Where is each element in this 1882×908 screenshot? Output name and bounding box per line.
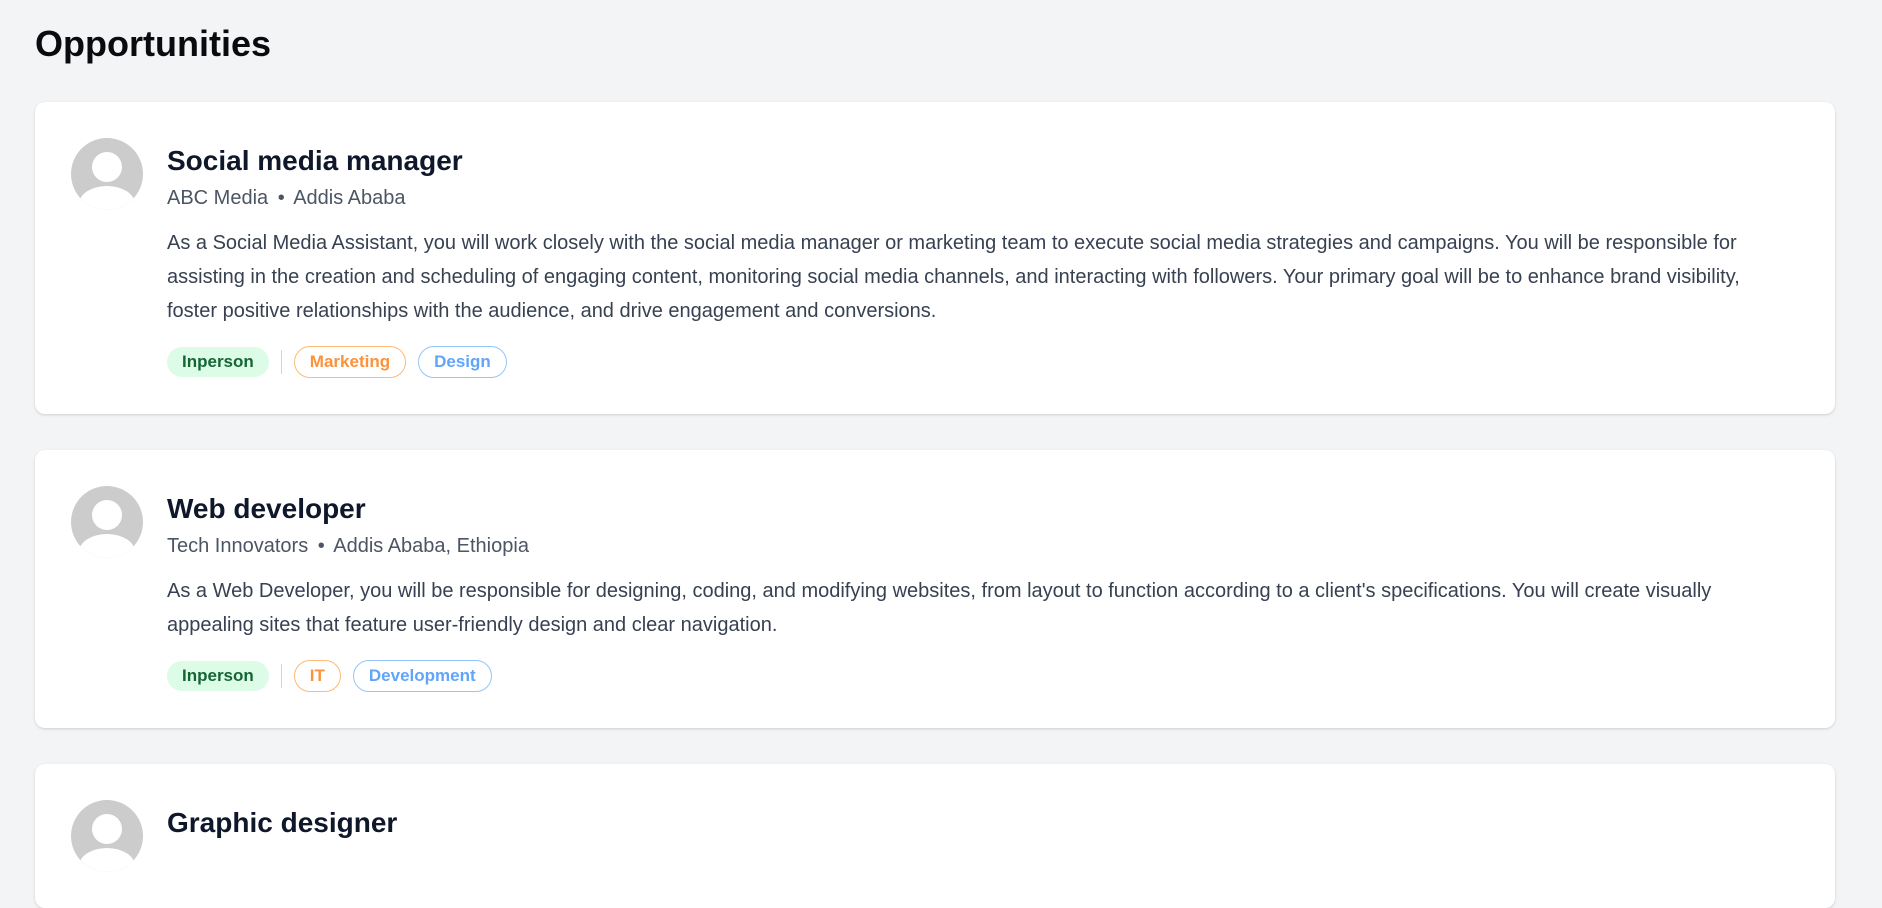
tag-category: Development: [352, 660, 492, 692]
tag-category: Marketing: [293, 346, 407, 378]
tag-work-type: Inperson: [167, 661, 269, 691]
page: Opportunities Social media manager ABC M…: [0, 0, 1882, 908]
job-card[interactable]: Web developer Tech Innovators • Addis Ab…: [35, 450, 1835, 728]
job-location: Addis Ababa, Ethiopia: [333, 535, 529, 557]
tag-divider: [280, 350, 282, 374]
job-title[interactable]: Web developer: [167, 492, 1787, 526]
tag-divider: [280, 664, 282, 688]
user-avatar-icon: [71, 800, 143, 872]
job-card-content: Graphic designer: [167, 800, 1787, 872]
job-tags: Inperson Marketing Design: [167, 346, 1787, 378]
job-title[interactable]: Graphic designer: [167, 806, 1787, 840]
tag-category: IT: [293, 660, 341, 692]
job-card-content: Social media manager ABC Media • Addis A…: [167, 138, 1787, 378]
job-description: As a Web Developer, you will be responsi…: [167, 580, 1712, 636]
user-avatar-icon: [71, 486, 143, 558]
page-title: Opportunities: [35, 23, 271, 64]
job-description: As a Social Media Assistant, you will wo…: [167, 232, 1740, 322]
tag-work-type: Inperson: [167, 347, 269, 377]
job-card[interactable]: Social media manager ABC Media • Addis A…: [35, 102, 1835, 414]
user-avatar-icon: [71, 138, 143, 210]
tag-category: Design: [418, 346, 507, 378]
job-tags: Inperson IT Development: [167, 660, 1787, 692]
meta-separator: •: [317, 535, 325, 557]
company-name: ABC Media: [167, 187, 269, 209]
job-title[interactable]: Social media manager: [167, 144, 1787, 178]
job-card-content: Web developer Tech Innovators • Addis Ab…: [167, 486, 1787, 692]
meta-separator: •: [277, 187, 285, 209]
company-name: Tech Innovators: [167, 535, 309, 557]
job-card[interactable]: Graphic designer: [35, 764, 1835, 908]
job-location: Addis Ababa: [293, 187, 406, 209]
job-meta: ABC Media • Addis Ababa: [167, 184, 1787, 212]
job-meta: Tech Innovators • Addis Ababa, Ethiopia: [167, 532, 1787, 560]
